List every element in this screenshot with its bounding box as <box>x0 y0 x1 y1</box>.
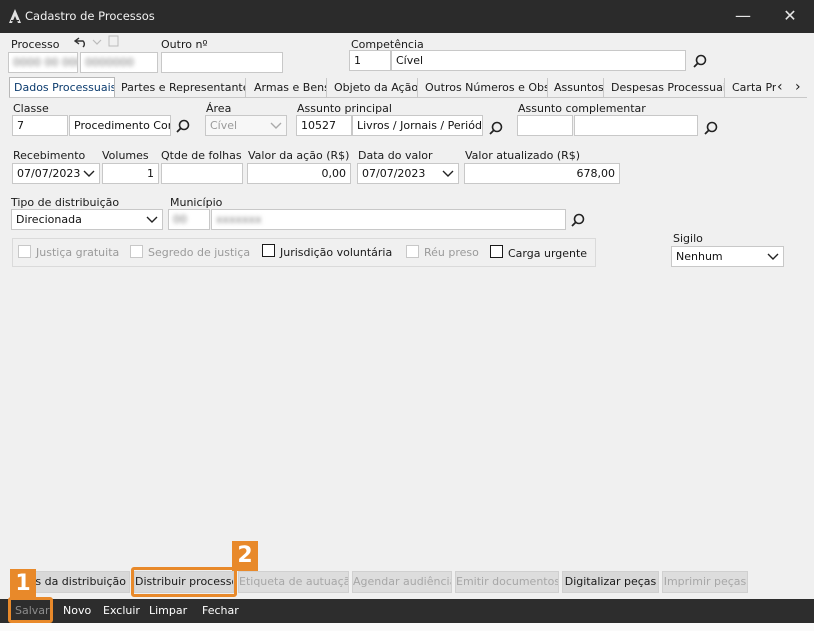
classe-code-field[interactable]: 7 <box>12 115 68 136</box>
undo-icon[interactable] <box>74 36 88 48</box>
search-icon[interactable] <box>703 120 719 136</box>
fechar-button[interactable]: Fechar <box>202 604 239 617</box>
recebimento-date-picker[interactable]: 07/07/2023 <box>12 163 100 184</box>
competencia-code-field[interactable]: 1 <box>349 50 391 71</box>
segredo-justica-checkbox[interactable] <box>130 245 143 258</box>
emitir-documentos-button[interactable]: Emitir documentos <box>455 571 559 593</box>
qtde-folhas-field[interactable] <box>161 163 243 184</box>
app-logo-icon <box>9 9 21 23</box>
municipio-name-field[interactable]: xxxxxxx <box>211 209 566 230</box>
tab-scroll-right[interactable]: › <box>795 79 801 95</box>
tab-partes[interactable]: Partes e Representantes <box>117 78 246 98</box>
tab-scroll-left[interactable]: ‹ <box>777 79 783 95</box>
limpar-button[interactable]: Limpar <box>149 604 187 617</box>
tab-objeto-acao[interactable]: Objeto da Ação <box>330 78 418 98</box>
etiqueta-autuacao-button[interactable]: Etiqueta de autuação <box>238 571 349 593</box>
window-title: Cadastro de Processos <box>25 9 155 23</box>
tipo-distribuicao-select[interactable]: Direcionada <box>11 209 163 230</box>
qtde-folhas-label: Qtde de folhas <box>161 149 242 162</box>
processo-label: Processo <box>11 38 60 51</box>
sigilo-value: Nenhum <box>676 250 723 263</box>
assunto-complementar-label: Assunto complementar <box>518 102 646 115</box>
search-icon[interactable] <box>488 120 504 136</box>
recebimento-value: 07/07/2023 <box>17 167 81 180</box>
tab-outros-numeros[interactable]: Outros Números e Obs. <box>421 78 548 98</box>
volumes-field[interactable]: 1 <box>102 163 159 184</box>
area-value: Cível <box>210 119 238 132</box>
area-select[interactable]: Cível <box>205 115 287 136</box>
justica-gratuita-label: Justiça gratuita <box>36 246 120 259</box>
tab-despesas[interactable]: Despesas Processuais <box>607 78 725 98</box>
classe-label: Classe <box>13 102 49 115</box>
competencia-name-field[interactable]: Cível <box>391 50 686 71</box>
close-button[interactable]: ✕ <box>779 6 801 28</box>
tab-armas-bens[interactable]: Armas e Bens <box>250 78 327 98</box>
window-titlebar: Cadastro de Processos — ✕ <box>0 0 814 33</box>
tab-dados-processuais[interactable]: Dados Processuais <box>9 77 115 98</box>
sigilo-label: Sigilo <box>673 232 703 245</box>
annotation-highlight-distribuir <box>131 567 237 597</box>
valor-acao-field[interactable]: 0,00 <box>247 163 351 184</box>
search-icon[interactable] <box>570 212 586 228</box>
sigilo-select[interactable]: Nenhum <box>671 246 784 267</box>
volumes-label: Volumes <box>102 149 149 162</box>
municipio-label: Município <box>170 196 223 209</box>
novo-button[interactable]: Novo <box>63 604 91 617</box>
carga-urgente-checkbox[interactable] <box>490 245 503 258</box>
search-icon[interactable] <box>175 118 191 134</box>
municipio-code-field[interactable]: 00 <box>168 209 210 230</box>
tab-strip: Dados Processuais Partes e Representante… <box>9 77 807 98</box>
reu-preso-label: Réu preso <box>424 246 479 259</box>
tab-assuntos[interactable]: Assuntos <box>550 78 604 98</box>
tipo-distribuicao-label: Tipo de distribuição <box>11 196 120 209</box>
valor-acao-label: Valor da ação (R$) <box>248 149 350 162</box>
document-icon[interactable] <box>108 35 119 47</box>
recebimento-label: Recebimento <box>13 149 86 162</box>
segredo-justica-label: Segredo de justiça <box>148 246 251 259</box>
data-valor-label: Data do valor <box>358 149 433 162</box>
reu-preso-checkbox[interactable] <box>406 245 419 258</box>
outro-numero-label: Outro nº <box>161 38 208 51</box>
justica-gratuita-checkbox[interactable] <box>18 245 31 258</box>
area-label: Área <box>206 102 232 115</box>
data-valor-date-picker[interactable]: 07/07/2023 <box>357 163 459 184</box>
chevron-down-icon <box>270 122 282 129</box>
outro-numero-field[interactable] <box>161 52 283 73</box>
chevron-down-icon <box>442 170 454 177</box>
tipo-distribuicao-value: Direcionada <box>16 213 82 226</box>
valor-atualizado-field[interactable]: 678,00 <box>464 163 620 184</box>
chevron-down-icon[interactable] <box>92 38 102 46</box>
digitalizar-pecas-button[interactable]: Digitalizar peças <box>562 571 659 593</box>
processo-number-field[interactable]: 0000 00 0000 <box>8 52 78 73</box>
jurisdicao-voluntaria-label: Jurisdição voluntária <box>280 246 393 259</box>
chevron-down-icon <box>146 216 158 223</box>
processo-year-field[interactable]: 0000000 <box>80 52 158 73</box>
excluir-button[interactable]: Excluir <box>103 604 140 617</box>
data-valor-value: 07/07/2023 <box>362 167 426 180</box>
agendar-audiencia-button[interactable]: Agendar audiência <box>352 571 452 593</box>
jurisdicao-voluntaria-checkbox[interactable] <box>262 244 275 257</box>
assunto-name-field[interactable]: Livros / Jornais / Periódic <box>352 115 483 136</box>
chevron-down-icon <box>83 170 95 177</box>
minimize-button[interactable]: — <box>732 6 754 28</box>
annotation-highlight-salvar <box>8 597 53 623</box>
annotation-badge-2: 2 <box>232 541 258 571</box>
carga-urgente-label: Carga urgente <box>508 247 588 260</box>
assunto-comp-name-field[interactable] <box>574 115 698 136</box>
assunto-comp-code-field[interactable] <box>517 115 573 136</box>
chevron-down-icon <box>767 253 779 260</box>
imprimir-pecas-button[interactable]: Imprimir peças <box>662 571 748 593</box>
assunto-principal-label: Assunto principal <box>297 102 392 115</box>
classe-name-field[interactable]: Procedimento Com <box>69 115 171 136</box>
assunto-code-field[interactable]: 10527 <box>296 115 352 136</box>
status-strip <box>0 623 814 631</box>
valor-atualizado-label: Valor atualizado (R$) <box>465 149 581 162</box>
tab-carta[interactable]: Carta Pr <box>728 78 776 98</box>
annotation-badge-1: 1 <box>10 569 36 599</box>
search-icon[interactable] <box>692 53 708 69</box>
